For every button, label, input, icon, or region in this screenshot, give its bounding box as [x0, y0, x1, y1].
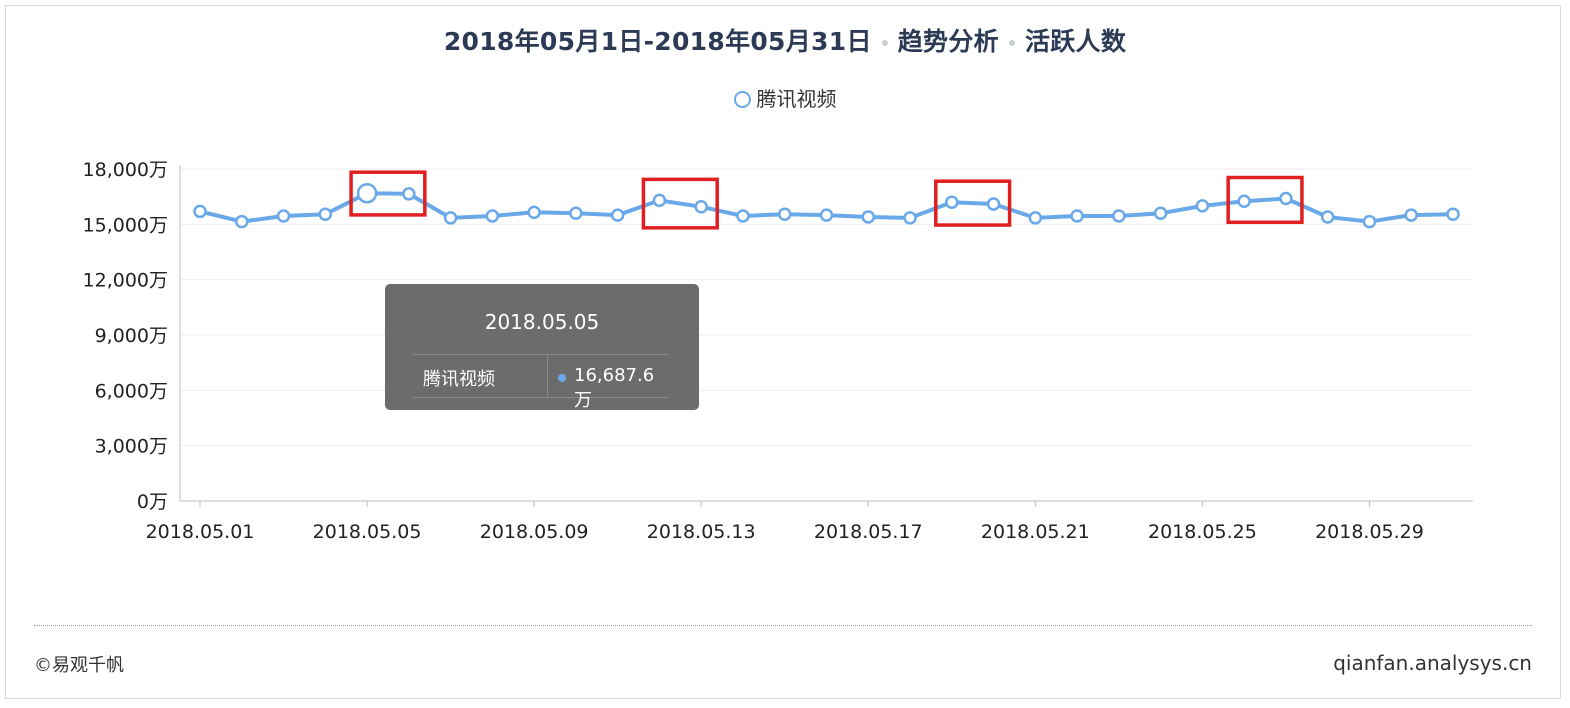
data-point	[610, 208, 625, 222]
tooltip-value: 16,687.6万	[574, 365, 655, 411]
chart-tooltip: 2018.05.05 腾讯视频 16,687.6万	[385, 284, 699, 411]
tooltip-series-name: 腾讯视频	[423, 369, 495, 390]
x-tick-label: 2018.05.17	[814, 521, 923, 543]
x-tick-label: 2018.05.13	[647, 521, 756, 543]
data-point	[1446, 207, 1460, 221]
data-point	[903, 211, 917, 225]
data-point	[777, 207, 792, 221]
y-tick-label: 15,000万	[83, 214, 168, 236]
x-tick-label: 2018.05.25	[1148, 521, 1257, 543]
data-point	[1320, 210, 1335, 224]
y-tick-label: 6,000万	[95, 380, 168, 402]
data-point	[945, 195, 959, 209]
data-point	[1195, 199, 1210, 213]
y-tick-label: 3,000万	[95, 436, 168, 458]
x-tick-label: 2018.05.09	[480, 521, 589, 543]
data-point	[1362, 214, 1377, 229]
x-tick-label: 2018.05.05	[313, 521, 422, 543]
data-point	[986, 197, 1001, 211]
data-point	[402, 187, 416, 201]
x-tick-label: 2018.05.21	[981, 521, 1090, 543]
data-point	[1070, 209, 1084, 223]
data-point	[736, 209, 750, 223]
tooltip-divider	[547, 355, 548, 397]
data-point	[652, 193, 667, 208]
data-point	[318, 207, 333, 221]
y-tick-label: 9,000万	[95, 325, 168, 347]
data-point	[276, 209, 291, 223]
data-point	[193, 204, 207, 219]
y-tick-label: 0万	[137, 491, 168, 513]
tooltip-row: 腾讯视频 16,687.6万	[413, 354, 669, 411]
footer-site[interactable]: qianfan.analysys.cn	[1333, 651, 1532, 675]
footer-copyright: ©易观千帆	[34, 655, 124, 676]
data-point	[569, 206, 583, 221]
y-tick-label: 18,000万	[83, 159, 168, 181]
data-point	[527, 205, 541, 220]
data-point	[1112, 209, 1126, 223]
data-point	[1028, 211, 1043, 225]
data-point	[1237, 194, 1251, 209]
footer-divider	[34, 625, 1532, 626]
x-tick-label: 2018.05.01	[146, 521, 255, 543]
line-chart[interactable]: 0万 3,000万 6,000万 9,000万 12,000万 15,000万 18,000…	[0, 0, 1570, 708]
data-point	[1279, 191, 1293, 206]
data-point	[819, 208, 834, 222]
data-point	[356, 182, 378, 204]
tooltip-date: 2018.05.05	[484, 310, 600, 334]
x-tick-label: 2018.05.29	[1315, 521, 1424, 543]
data-point	[1153, 206, 1168, 221]
data-point	[235, 214, 249, 229]
data-point	[1404, 208, 1418, 222]
tooltip-series-dot-icon	[558, 374, 566, 382]
data-point	[861, 210, 876, 224]
data-point	[443, 211, 458, 225]
y-tick-label: 12,000万	[83, 270, 168, 292]
data-point	[485, 209, 500, 223]
data-point	[694, 200, 708, 214]
